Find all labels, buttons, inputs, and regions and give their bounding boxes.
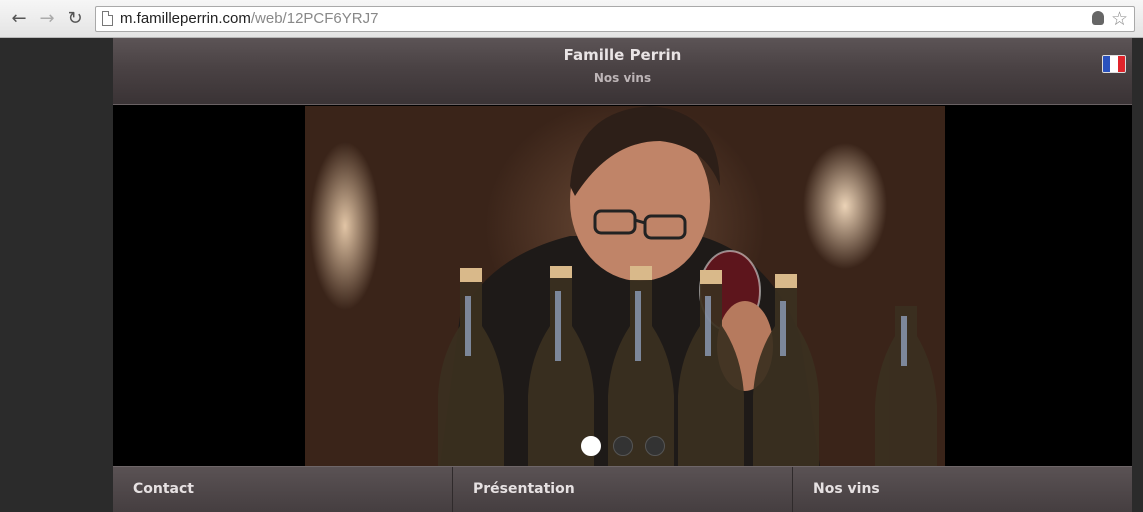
carousel-dot[interactable]	[612, 436, 633, 456]
mobile-site: Famille Perrin Nos vins Contact Présenta…	[113, 38, 1132, 512]
site-title: Famille Perrin	[563, 46, 682, 64]
french-flag-icon[interactable]	[1102, 55, 1126, 73]
url-host: m.familleperrin.com	[120, 10, 251, 27]
back-icon[interactable]: ←	[8, 8, 30, 30]
forward-icon[interactable]: →	[36, 8, 58, 30]
menu-item-nos-vins[interactable]: Nos vins	[793, 467, 1132, 512]
carousel-dot[interactable]	[580, 436, 601, 456]
page-subtitle: Nos vins	[593, 71, 652, 85]
bottom-menu: Contact Présentation Nos vins	[113, 466, 1132, 512]
browser-toolbar: ← → ↻ m.familleperrin.com/web/12PCF6YRJ7…	[0, 0, 1143, 38]
page-icon	[102, 11, 113, 26]
url-path: /web/12PCF6YRJ7	[250, 10, 379, 27]
carousel-photo	[305, 106, 945, 466]
carousel-pagination	[113, 436, 1132, 456]
reload-icon[interactable]: ↻	[64, 8, 86, 30]
menu-item-presentation[interactable]: Présentation	[453, 467, 793, 512]
site-header: Famille Perrin Nos vins	[113, 38, 1132, 105]
image-carousel[interactable]	[113, 106, 1132, 466]
menu-item-contact[interactable]: Contact	[113, 467, 453, 512]
address-bar[interactable]: m.familleperrin.com/web/12PCF6YRJ7 ☆	[95, 6, 1135, 32]
lightbulb-icon[interactable]	[1092, 11, 1104, 25]
bookmark-star-icon[interactable]: ☆	[1111, 8, 1128, 30]
carousel-dot[interactable]	[644, 436, 665, 456]
url-text[interactable]: m.familleperrin.com/web/12PCF6YRJ7	[120, 10, 378, 27]
